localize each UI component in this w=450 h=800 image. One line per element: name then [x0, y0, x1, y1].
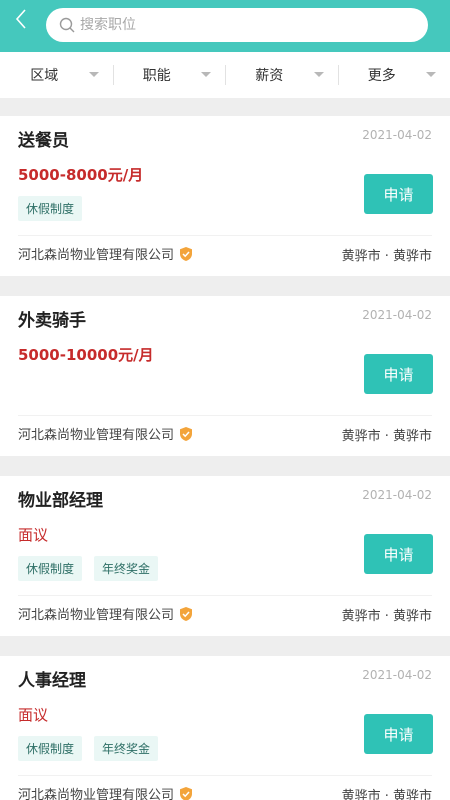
company-name: 河北森尚物业管理有限公司: [18, 608, 175, 623]
job-tag: 休假制度: [18, 736, 83, 761]
job-tags: 休假制度 年终奖金: [18, 556, 170, 581]
job-tags: 休假制度: [18, 196, 94, 221]
job-title: 送餐员: [18, 131, 69, 151]
job-title: 人事经理: [18, 671, 86, 691]
job-location: 黄骅市 · 黄骅市: [341, 429, 432, 444]
job-salary: 5000-8000元/月: [18, 166, 144, 184]
caret-down-icon: [426, 72, 436, 77]
divider: [18, 235, 432, 236]
job-card[interactable]: 人事经理 2021-04-02 面议 休假制度 年终奖金 申请 河北森尚物业管理…: [0, 656, 450, 800]
job-salary: 面议: [18, 706, 49, 724]
apply-button[interactable]: 申请: [364, 714, 433, 754]
filter-label: 薪资: [255, 68, 284, 84]
job-date: 2021-04-02: [362, 128, 432, 142]
job-card[interactable]: 外卖骑手 2021-04-02 5000-10000元/月 申请 河北森尚物业管…: [0, 296, 450, 456]
filter-label: 职能: [142, 68, 171, 84]
job-date: 2021-04-02: [362, 668, 432, 682]
filter-salary[interactable]: 薪资: [225, 52, 338, 98]
company-name: 河北森尚物业管理有限公司: [18, 248, 175, 263]
caret-down-icon: [88, 72, 99, 77]
job-card[interactable]: 物业部经理 2021-04-02 面议 休假制度 年终奖金 申请 河北森尚物业管…: [0, 476, 450, 636]
job-location: 黄骅市 · 黄骅市: [341, 249, 432, 264]
job-tag: 年终奖金: [94, 736, 159, 761]
filter-more[interactable]: 更多: [337, 52, 450, 98]
search-bar[interactable]: [46, 8, 428, 42]
caret-down-icon: [201, 72, 211, 77]
divider: [18, 415, 432, 416]
job-tags: 休假制度 年终奖金: [18, 736, 170, 761]
divider: [18, 595, 432, 596]
job-title: 外卖骑手: [18, 311, 86, 331]
back-button[interactable]: [8, 4, 34, 34]
verified-shield-icon: [178, 786, 194, 800]
job-location: 黄骅市 · 黄骅市: [341, 609, 432, 624]
company-info: 河北森尚物业管理有限公司: [18, 604, 194, 623]
apply-button[interactable]: 申请: [364, 174, 433, 214]
job-card[interactable]: 送餐员 2021-04-02 5000-8000元/月 休假制度 申请 河北森尚…: [0, 116, 450, 276]
company-info: 河北森尚物业管理有限公司: [18, 244, 194, 263]
job-date: 2021-04-02: [362, 488, 432, 502]
job-date: 2021-04-02: [362, 308, 432, 322]
company-name: 河北森尚物业管理有限公司: [18, 788, 175, 800]
verified-shield-icon: [178, 246, 194, 262]
company-name: 河北森尚物业管理有限公司: [18, 428, 175, 443]
job-tag: 休假制度: [18, 196, 83, 221]
job-title: 物业部经理: [18, 491, 103, 511]
header: [0, 0, 450, 52]
job-tag: 年终奖金: [94, 556, 159, 581]
job-salary: 面议: [18, 526, 49, 544]
company-info: 河北森尚物业管理有限公司: [18, 784, 194, 800]
filter-area[interactable]: 区域: [0, 52, 113, 98]
verified-shield-icon: [178, 606, 194, 622]
job-list: 送餐员 2021-04-02 5000-8000元/月 休假制度 申请 河北森尚…: [0, 116, 450, 800]
filter-function[interactable]: 职能: [112, 52, 226, 98]
filter-label: 更多: [367, 68, 396, 84]
caret-down-icon: [313, 72, 324, 77]
search-icon: [58, 16, 76, 34]
company-info: 河北森尚物业管理有限公司: [18, 424, 194, 443]
filter-label: 区域: [30, 68, 59, 84]
search-input[interactable]: [80, 17, 380, 33]
back-arrow-icon: [15, 9, 26, 29]
job-tag: 休假制度: [18, 556, 83, 581]
divider: [18, 775, 432, 776]
apply-button[interactable]: 申请: [364, 354, 433, 394]
verified-shield-icon: [178, 426, 194, 442]
filter-bar: 区域 职能 薪资 更多: [0, 52, 450, 98]
job-salary: 5000-10000元/月: [18, 346, 154, 364]
job-location: 黄骅市 · 黄骅市: [341, 789, 432, 800]
apply-button[interactable]: 申请: [364, 534, 433, 574]
